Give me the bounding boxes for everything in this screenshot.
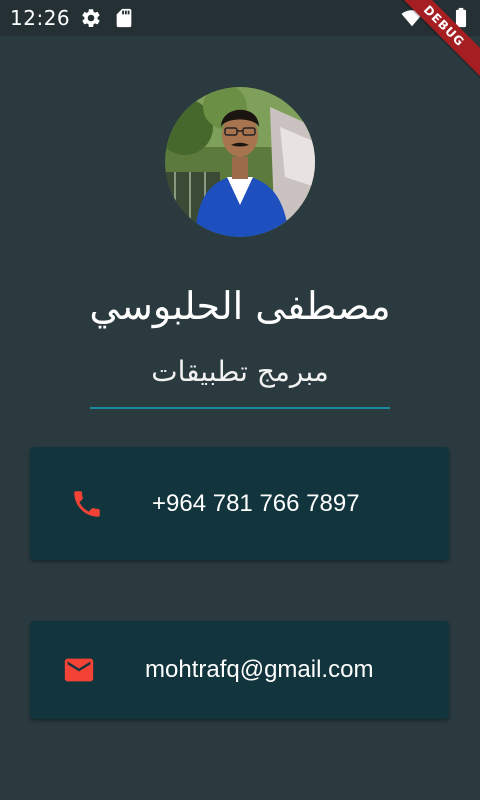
status-bar: 12:26 DEBUG — [0, 0, 480, 83]
status-time: 12:26 — [10, 6, 71, 30]
wifi-icon — [401, 7, 423, 29]
battery-icon — [454, 7, 468, 29]
profile-title: مبرمج تطبيقات — [151, 355, 329, 388]
divider — [90, 407, 390, 409]
phone-card[interactable]: +964 781 766 7897 — [30, 447, 449, 560]
avatar-photo — [165, 87, 315, 237]
email-address: mohtrafq@gmail.com — [145, 656, 374, 683]
sd-card-icon — [113, 7, 135, 29]
settings-icon — [80, 7, 102, 29]
app-screen: 12:26 DEBUG مصطفى الحلبوسي مبرمج تطبيقات… — [0, 0, 480, 800]
profile-name: مصطفى الحلبوسي — [89, 284, 391, 328]
phone-number: +964 781 766 7897 — [152, 490, 360, 517]
email-card[interactable]: mohtrafq@gmail.com — [30, 621, 449, 719]
email-icon — [62, 653, 96, 687]
phone-icon — [70, 487, 104, 521]
